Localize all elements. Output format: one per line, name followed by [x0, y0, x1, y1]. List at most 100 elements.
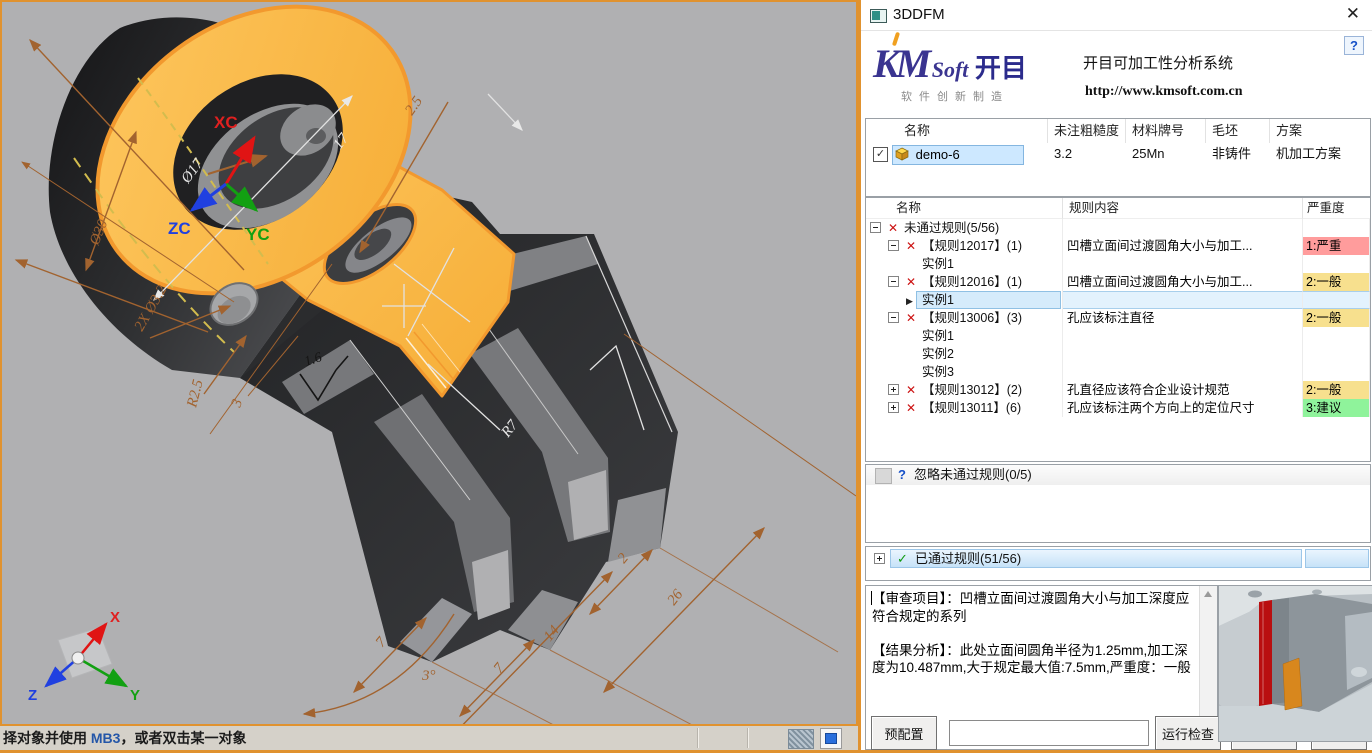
fail-icon: ✕ [906, 237, 916, 255]
axis-label-zc: ZC [168, 219, 191, 238]
rule-content: 孔应该标注直径 [1067, 311, 1155, 325]
rules-tree: 名称 规则内容 严重度 ✕未通过规则(5/56) ✕【规则12017】(1) 凹… [865, 197, 1371, 462]
rule-content: 孔应该标注两个方向上的定位尺寸 [1067, 401, 1255, 415]
application-window: Ø17 17 R7 [0, 0, 1372, 753]
product-title: 开目可加工性分析系统 [1083, 52, 1233, 73]
dialog-titlebar[interactable]: 3DDFM ✕ [861, 0, 1372, 31]
logo-kaimu-text: 开目 [975, 53, 1027, 83]
severity-badge: 2:一般 [1303, 381, 1370, 399]
tree-row-instance[interactable]: 实例1 [866, 255, 1370, 273]
tree-row-rule-13011[interactable]: ✕【规则13011】(6) 孔应该标注两个方向上的定位尺寸 3:建议 [866, 399, 1370, 417]
run-check-button[interactable]: 运行检查 [1155, 716, 1221, 750]
part-cube-icon [895, 147, 909, 166]
window-title: 3DDFM [893, 6, 945, 23]
passed-rules-panel: ✓ 已通过规则(51/56) [865, 546, 1371, 581]
fail-icon: ✕ [906, 399, 916, 417]
severity-badge: 1:严重 [1303, 237, 1370, 255]
current-item-arrow-icon: ▶ [906, 292, 913, 310]
part-material: 25Mn [1132, 143, 1165, 165]
scroll-up-icon[interactable] [1200, 586, 1217, 602]
config-input[interactable] [949, 720, 1149, 746]
tree-row-rule-12017[interactable]: ✕【规则12017】(1) 凹槽立面间过渡圆角大小与加工... 1:严重 [866, 237, 1370, 255]
axis-label-y: Y [130, 687, 140, 704]
fail-icon: ✕ [888, 219, 898, 237]
part-row[interactable]: demo-6 [892, 145, 1024, 165]
collapse-icon[interactable] [870, 222, 881, 233]
tree-row-instance-selected[interactable]: ▶实例1 [866, 291, 1370, 309]
tree-row-rule-12016[interactable]: ✕【规则12016】(1) 凹槽立面间过渡圆角大小与加工... 2:一般 [866, 273, 1370, 291]
col-header-name[interactable]: 名称 [866, 119, 1048, 143]
axis-label-yc: YC [246, 225, 270, 244]
expand-icon[interactable] [874, 553, 885, 564]
cad-part-drawing: Ø17 17 R7 [2, 2, 856, 724]
rules-col-content[interactable]: 规则内容 [1063, 198, 1303, 219]
axis-label-x: X [110, 609, 120, 626]
collapse-icon[interactable] [888, 240, 899, 251]
passed-severity-cell [1305, 549, 1369, 568]
tree-row-instance[interactable]: 实例3 [866, 363, 1370, 381]
parts-table: 名称 未注粗糙度 材料牌号 毛坯 方案 ✓ demo-6 3.2 25Mn 非铸… [865, 118, 1371, 197]
statusbar-separator [747, 728, 748, 748]
pass-check-icon: ✓ [897, 550, 908, 567]
logo-soft-text: Soft [932, 57, 969, 82]
fail-icon: ✕ [906, 309, 916, 327]
ignored-rules-row[interactable]: ? 忽略未通过规则(0/5) [866, 465, 1370, 485]
dim-label-3: 3 [228, 397, 246, 410]
ignored-checkbox[interactable] [875, 468, 892, 484]
passed-rules-row[interactable]: ✓ 已通过规则(51/56) [890, 549, 1302, 568]
thumbnail-3d-view [1219, 586, 1372, 741]
col-header-blank[interactable]: 毛坯 [1206, 119, 1270, 143]
expand-icon[interactable] [888, 402, 899, 413]
status-bar: 择对象并使用 MB3，或者双击某一对象 [0, 726, 858, 750]
passed-rules-label: 已通过规则(51/56) [915, 550, 1021, 567]
part-name: demo-6 [916, 147, 960, 162]
issue-preview-thumbnail[interactable] [1218, 585, 1372, 742]
rule-content: 凹槽立面间过渡圆角大小与加工... [1067, 239, 1252, 253]
question-icon: ? [898, 465, 906, 485]
kmsoft-logo: KM Soft 开目 [873, 40, 1073, 92]
part-roughness: 3.2 [1054, 143, 1072, 165]
review-item-text: 【审查项目】：凹槽立面间过渡圆角大小与加工深度应符合规定的系列 [872, 590, 1197, 626]
fail-icon: ✕ [906, 273, 916, 291]
close-icon[interactable]: ✕ [1346, 4, 1360, 24]
expand-icon[interactable] [888, 384, 899, 395]
col-header-plan[interactable]: 方案 [1270, 119, 1370, 143]
dim-label-26: 26 [665, 586, 687, 608]
rules-col-name[interactable]: 名称 [866, 198, 1063, 219]
ignored-rules-label: 忽略未通过规则(0/5) [914, 465, 1032, 485]
col-header-roughness[interactable]: 未注粗糙度 [1048, 119, 1126, 143]
tree-row-instance[interactable]: 实例2 [866, 345, 1370, 363]
dfm-panel: 3DDFM ✕ KM Soft 开目 软件创新制造 开目可加工性分析系统 htt… [858, 0, 1372, 750]
axis-label-z: Z [28, 687, 37, 704]
result-analysis-text: 【结果分析】：此处立面间圆角半径为1.25mm,加工深度为10.487mm,大于… [872, 642, 1197, 678]
statusbar-separator [697, 728, 698, 748]
ignored-rules-panel: ? 忽略未通过规则(0/5) [865, 464, 1371, 543]
part-plan: 机加工方案 [1276, 143, 1341, 165]
logo-km-text: KM [873, 41, 927, 86]
window-icon [870, 9, 887, 23]
tree-row-rule-13006[interactable]: ✕【规则13006】(3) 孔应该标注直径 2:一般 [866, 309, 1370, 327]
tree-row-rule-13012[interactable]: ✕【规则13012】(2) 孔直径应该符合企业设计规范 2:一般 [866, 381, 1370, 399]
tree-row-failed-root[interactable]: ✕未通过规则(5/56) [866, 219, 1370, 237]
cad-viewport[interactable]: Ø17 17 R7 [0, 0, 858, 726]
severity-badge: 2:一般 [1303, 309, 1370, 327]
product-url[interactable]: http://www.kmsoft.com.cn [1085, 84, 1243, 100]
logo-tagline: 软件创新制造 [901, 88, 1009, 104]
part-checkbox[interactable]: ✓ [873, 147, 888, 162]
status-message: 择对象并使用 MB3，或者双击某一对象 [3, 726, 246, 750]
severity-badge: 3:建议 [1303, 399, 1370, 417]
dim-label-angle: 3° [421, 668, 436, 684]
preconfig-button[interactable]: 预配置 [871, 716, 937, 750]
part-blank: 非铸件 [1212, 143, 1251, 165]
fail-icon: ✕ [906, 381, 916, 399]
collapse-icon[interactable] [888, 312, 899, 323]
help-button[interactable]: ? [1344, 36, 1364, 55]
dim-label-r25: R2.5 [184, 378, 207, 410]
collapse-icon[interactable] [888, 276, 899, 287]
col-header-material[interactable]: 材料牌号 [1126, 119, 1206, 143]
render-style-icon[interactable] [788, 729, 814, 749]
rule-content: 凹槽立面间过渡圆角大小与加工... [1067, 275, 1252, 289]
rules-col-severity[interactable]: 严重度 [1303, 198, 1370, 219]
view-window-icon[interactable] [820, 728, 842, 749]
tree-row-instance[interactable]: 实例1 [866, 327, 1370, 345]
